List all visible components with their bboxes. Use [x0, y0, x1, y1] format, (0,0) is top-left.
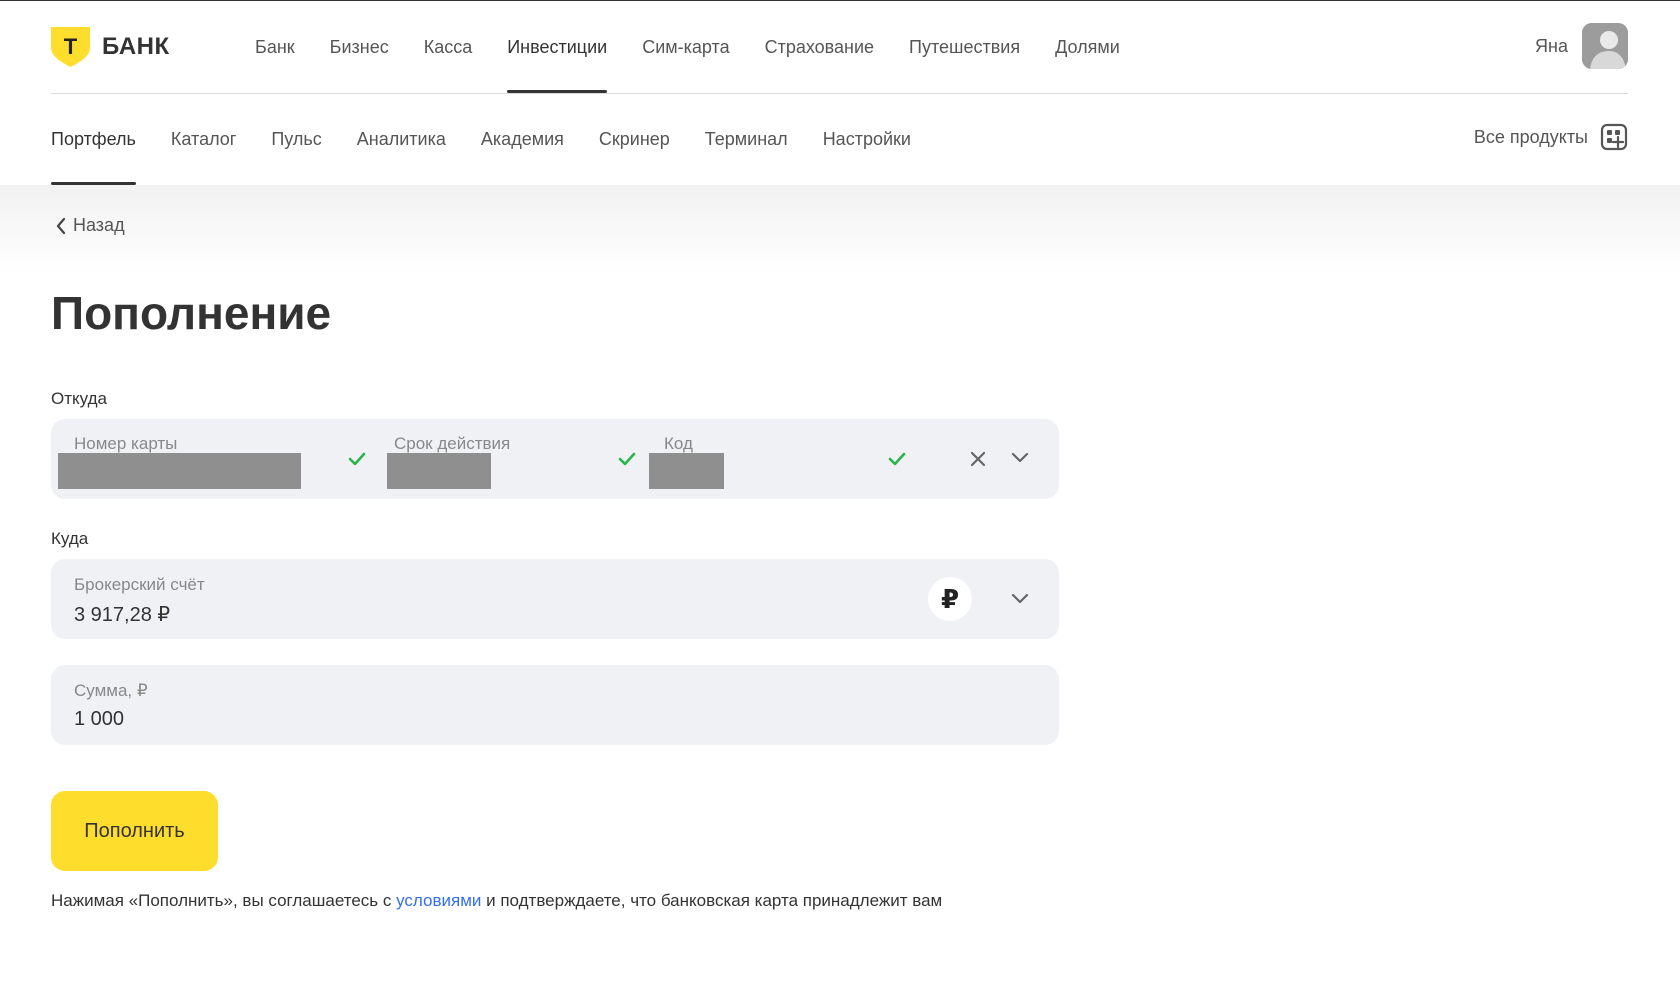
chevron-down-icon[interactable] [1010, 592, 1030, 606]
check-icon [618, 452, 636, 466]
main-nav-business[interactable]: Бизнес [330, 1, 389, 93]
main-nav-sim-card[interactable]: Сим-карта [642, 1, 729, 93]
back-label: Назад [73, 215, 125, 235]
main-nav-kassa[interactable]: Касса [424, 1, 473, 93]
check-icon [888, 452, 906, 466]
tab-settings[interactable]: Настройки [823, 94, 911, 185]
code-caption: Код [664, 434, 693, 453]
main-nav: Банк Бизнес Касса Инвестиции Сим-карта С… [255, 1, 1155, 93]
card-number-input[interactable] [58, 453, 301, 489]
tab-pulse[interactable]: Пульс [271, 94, 321, 185]
back-link[interactable]: Назад [55, 215, 125, 236]
amount-input[interactable]: 1 000 [74, 708, 124, 731]
user-menu[interactable]: Яна [1535, 23, 1628, 69]
logo-text: БАНК [102, 33, 170, 60]
amount-caption: Сумма, ₽ [74, 681, 148, 700]
chevron-left-icon [56, 217, 66, 234]
expiry-caption: Срок действия [394, 434, 511, 453]
terms-text: Нажимая «Пополнить», вы соглашаетесь с у… [51, 891, 942, 911]
main-nav-travel[interactable]: Путешествия [909, 1, 1020, 93]
chevron-down-icon[interactable] [1010, 451, 1030, 465]
all-products-label: Все продукты [1473, 126, 1588, 147]
main-nav-bank[interactable]: Банк [255, 1, 295, 93]
avatar[interactable] [1582, 23, 1628, 69]
check-icon [348, 452, 366, 466]
top-bar: Т БАНК Банк Бизнес Касса Инвестиции Сим-… [0, 1, 1680, 93]
account-balance: 3 917,28 ₽ [74, 604, 171, 626]
clear-icon[interactable] [969, 450, 987, 468]
bank-logo[interactable]: Т БАНК [51, 27, 170, 67]
expiry-input[interactable] [387, 453, 491, 489]
svg-text:Т: Т [64, 34, 78, 59]
main-nav-investments[interactable]: Инвестиции [507, 1, 607, 93]
main-nav-insurance[interactable]: Страхование [765, 1, 874, 93]
to-label: Куда [51, 529, 89, 548]
from-label: Откуда [51, 389, 107, 408]
top-up-button[interactable]: Пополнить [51, 791, 218, 871]
tab-academy[interactable]: Академия [481, 94, 564, 185]
tab-terminal[interactable]: Терминал [705, 94, 788, 185]
destination-account-select[interactable]: Брокерский счёт 3 917,28 ₽ ₽ [51, 559, 1059, 639]
cvc-input[interactable] [649, 453, 724, 489]
amount-field[interactable]: Сумма, ₽ 1 000 [51, 665, 1059, 745]
tab-portfolio[interactable]: Портфель [51, 94, 136, 185]
apps-grid-icon [1600, 123, 1628, 151]
page-title: Пополнение [51, 287, 332, 339]
main-nav-installments[interactable]: Долями [1055, 1, 1120, 93]
tab-catalog[interactable]: Каталог [171, 94, 236, 185]
user-name[interactable]: Яна [1535, 36, 1568, 57]
tab-screener[interactable]: Скринер [599, 94, 670, 185]
terms-link[interactable]: условиями [396, 891, 481, 910]
card-number-caption: Номер карты [74, 434, 178, 453]
ruble-currency-icon: ₽ [928, 577, 972, 621]
terms-before: Нажимая «Пополнить», вы соглашаетесь с [51, 891, 397, 910]
account-caption: Брокерский счёт [74, 575, 205, 594]
card-details-field[interactable]: Номер карты Срок действия Код [51, 419, 1059, 499]
all-products-button[interactable]: Все продукты [1474, 123, 1628, 151]
sub-nav: Портфель Каталог Пульс Аналитика Академи… [51, 94, 946, 185]
logo-shield-icon: Т [51, 27, 90, 67]
terms-after: и подтверждаете, что банковская карта пр… [481, 891, 943, 910]
tab-analytics[interactable]: Аналитика [357, 94, 446, 185]
